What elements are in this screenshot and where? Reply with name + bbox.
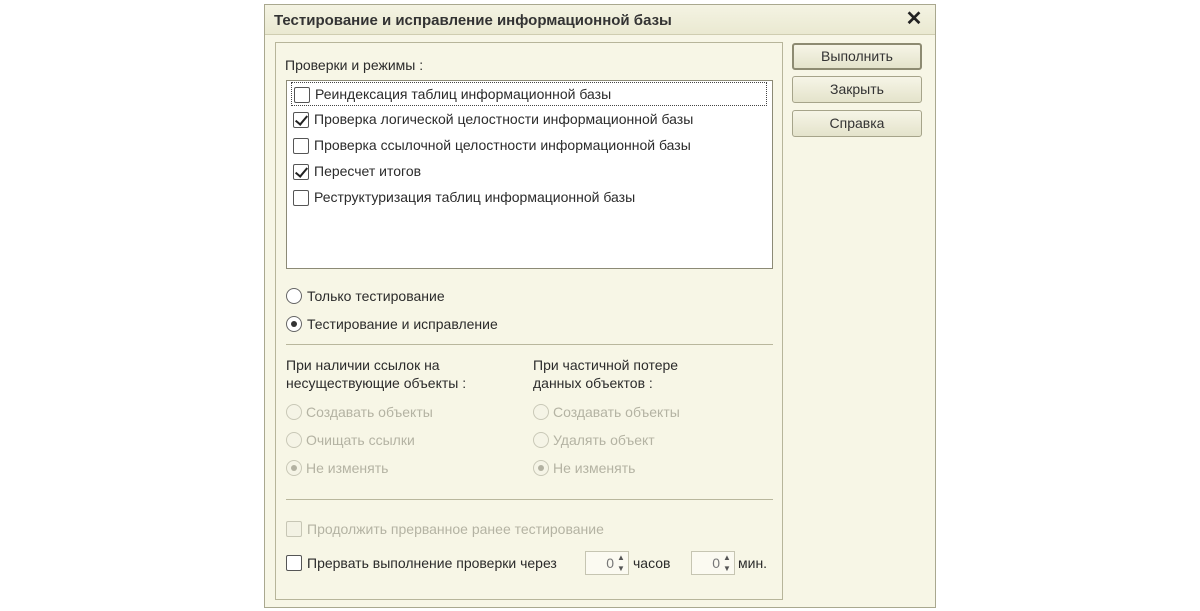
check-item-label: Пересчет итогов <box>314 163 422 179</box>
partial-loss-option-label: Не изменять <box>553 460 636 476</box>
mode-option-label: Только тестирование <box>307 288 445 304</box>
missing-refs-label: несуществующие объекты : <box>286 375 467 391</box>
radio-testing-only[interactable] <box>286 288 302 304</box>
missing-refs-option-label: Не изменять <box>306 460 389 476</box>
checks-label: Проверки и режимы : <box>285 57 424 73</box>
spin-arrows-icon[interactable]: ▲ ▼ <box>722 552 732 574</box>
reindex-checkbox[interactable] <box>294 87 310 103</box>
check-item-reindex[interactable]: Реиндексация таблиц информационной базы <box>291 82 767 106</box>
restructure-checkbox[interactable] <box>293 190 309 206</box>
radio-missing-clear[interactable] <box>286 432 302 448</box>
window-title: Тестирование и исправление информационно… <box>274 12 672 29</box>
check-item-label: Проверка логической целостности информац… <box>314 111 694 127</box>
checks-list: Реиндексация таблиц информационной базы … <box>286 80 773 269</box>
run-button[interactable]: Выполнить <box>792 43 922 70</box>
missing-refs-option-label: Создавать объекты <box>306 404 433 420</box>
close-icon[interactable]: ✕ <box>903 8 925 30</box>
missing-refs-label: При наличии ссылок на <box>286 357 440 373</box>
check-item-label: Реструктуризация таблиц информационной б… <box>314 189 636 205</box>
hours-value: 0 <box>606 555 614 571</box>
test-repair-dialog: Тестирование и исправление информационно… <box>264 4 936 608</box>
check-item-recalc-totals[interactable]: Пересчет итогов <box>291 160 767 184</box>
partial-loss-option-label: Удалять объект <box>553 432 655 448</box>
minutes-stepper[interactable]: 0 ▲ ▼ <box>691 551 735 575</box>
recalc-totals-checkbox[interactable] <box>293 164 309 180</box>
close-button[interactable]: Закрыть <box>792 76 922 103</box>
title-bar: Тестирование и исправление информационно… <box>265 5 935 35</box>
hours-stepper[interactable]: 0 ▲ ▼ <box>585 551 629 575</box>
radio-missing-create[interactable] <box>286 404 302 420</box>
radio-partial-delete[interactable] <box>533 432 549 448</box>
interrupt-label: Прервать выполнение проверки через <box>307 555 557 571</box>
partial-loss-option-label: Создавать объекты <box>553 404 680 420</box>
minutes-value: 0 <box>712 555 720 571</box>
partial-loss-label: При частичной потере <box>533 357 679 373</box>
minutes-label: мин. <box>738 555 768 571</box>
hours-label: часов <box>633 555 671 571</box>
partial-loss-label: данных объектов : <box>533 375 653 391</box>
interrupt-checkbox[interactable] <box>286 555 302 571</box>
radio-partial-keep[interactable] <box>533 460 549 476</box>
radio-partial-create[interactable] <box>533 404 549 420</box>
help-button[interactable]: Справка <box>792 110 922 137</box>
settings-panel: Проверки и режимы : Реиндексация таблиц … <box>275 42 783 600</box>
check-item-restructure[interactable]: Реструктуризация таблиц информационной б… <box>291 186 767 210</box>
radio-missing-keep[interactable] <box>286 460 302 476</box>
continue-testing-checkbox[interactable] <box>286 521 302 537</box>
separator <box>286 499 773 500</box>
check-item-label: Реиндексация таблиц информационной базы <box>315 86 612 102</box>
mode-option-label: Тестирование и исправление <box>307 316 498 332</box>
spin-arrows-icon[interactable]: ▲ ▼ <box>616 552 626 574</box>
check-item-reference-integrity[interactable]: Проверка ссылочной целостности информаци… <box>291 134 767 158</box>
missing-refs-option-label: Очищать ссылки <box>306 432 415 448</box>
reference-integrity-checkbox[interactable] <box>293 138 309 154</box>
separator <box>286 344 773 345</box>
continue-testing-label: Продолжить прерванное ранее тестирование <box>307 521 604 537</box>
radio-testing-and-repair[interactable] <box>286 316 302 332</box>
logical-integrity-checkbox[interactable] <box>293 112 309 128</box>
check-item-label: Проверка ссылочной целостности информаци… <box>314 137 691 153</box>
check-item-logical-integrity[interactable]: Проверка логической целостности информац… <box>291 108 767 132</box>
